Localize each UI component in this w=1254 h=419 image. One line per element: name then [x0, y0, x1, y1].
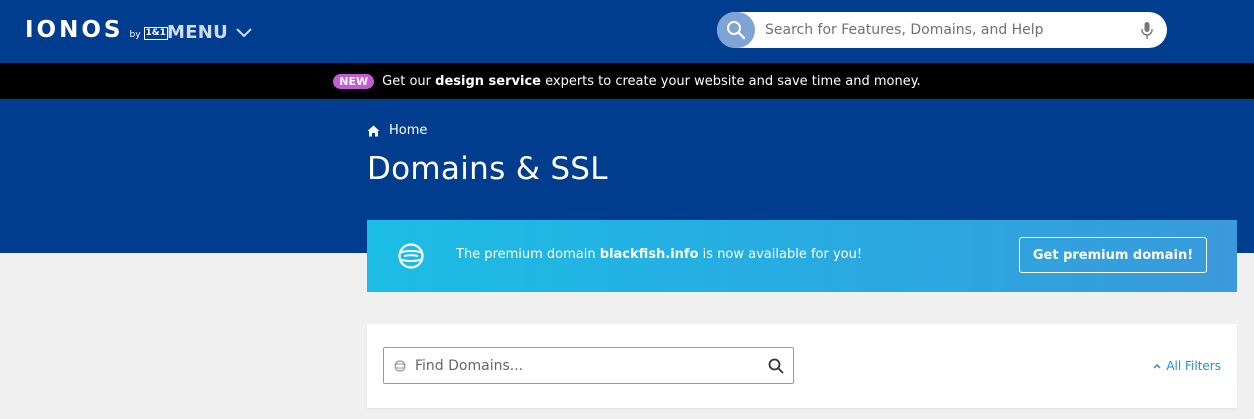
top-navigation-bar: IONOS by 1&1 MENU — [0, 0, 1254, 63]
global-search-bar — [717, 12, 1167, 48]
get-premium-domain-button[interactable]: Get premium domain! — [1019, 237, 1207, 273]
banner-text-before: The premium domain — [456, 247, 596, 262]
breadcrumb: Home — [367, 123, 427, 138]
banner-message: The premium domain blackfish.info is now… — [456, 247, 862, 262]
search-icon — [727, 21, 746, 40]
promo-text-after: experts to create your website and save … — [545, 73, 921, 89]
ionos-logo[interactable]: IONOS by 1&1 — [25, 14, 168, 46]
promo-text-before: Get our — [382, 73, 431, 89]
all-filters-toggle[interactable]: All Filters — [1153, 359, 1221, 373]
promo-text-bold: design service — [435, 73, 541, 89]
find-domains-field — [383, 347, 794, 384]
search-button[interactable] — [717, 12, 755, 48]
globe-icon — [398, 243, 424, 269]
chevron-down-icon — [236, 28, 252, 38]
premium-domain-banner: The premium domain blackfish.info is now… — [367, 220, 1237, 292]
banner-text-after: is now available for you! — [702, 247, 863, 262]
find-domains-input[interactable] — [415, 357, 755, 374]
home-icon — [367, 125, 380, 136]
premium-domain-name: blackfish.info — [599, 247, 699, 262]
logo-brand-text: 1&1 — [143, 27, 168, 40]
microphone-icon[interactable] — [1141, 21, 1153, 40]
page-title: Domains & SSL — [367, 151, 608, 187]
global-search-input[interactable] — [765, 22, 1125, 38]
domain-globe-icon — [394, 359, 406, 372]
all-filters-label: All Filters — [1166, 359, 1221, 373]
search-icon[interactable] — [768, 358, 784, 374]
new-badge: NEW — [333, 73, 375, 89]
logo-text: IONOS — [25, 17, 124, 43]
logo-by-text: by — [129, 30, 141, 40]
domain-filter-panel: All Filters — [367, 324, 1237, 408]
menu-button[interactable]: MENU — [167, 19, 253, 45]
breadcrumb-home-link[interactable]: Home — [389, 123, 427, 138]
chevron-up-icon — [1153, 363, 1161, 369]
promo-message[interactable]: NEW Get our design service experts to cr… — [333, 73, 921, 89]
menu-label: MENU — [167, 21, 229, 43]
promo-bar: NEW Get our design service experts to cr… — [0, 63, 1254, 99]
